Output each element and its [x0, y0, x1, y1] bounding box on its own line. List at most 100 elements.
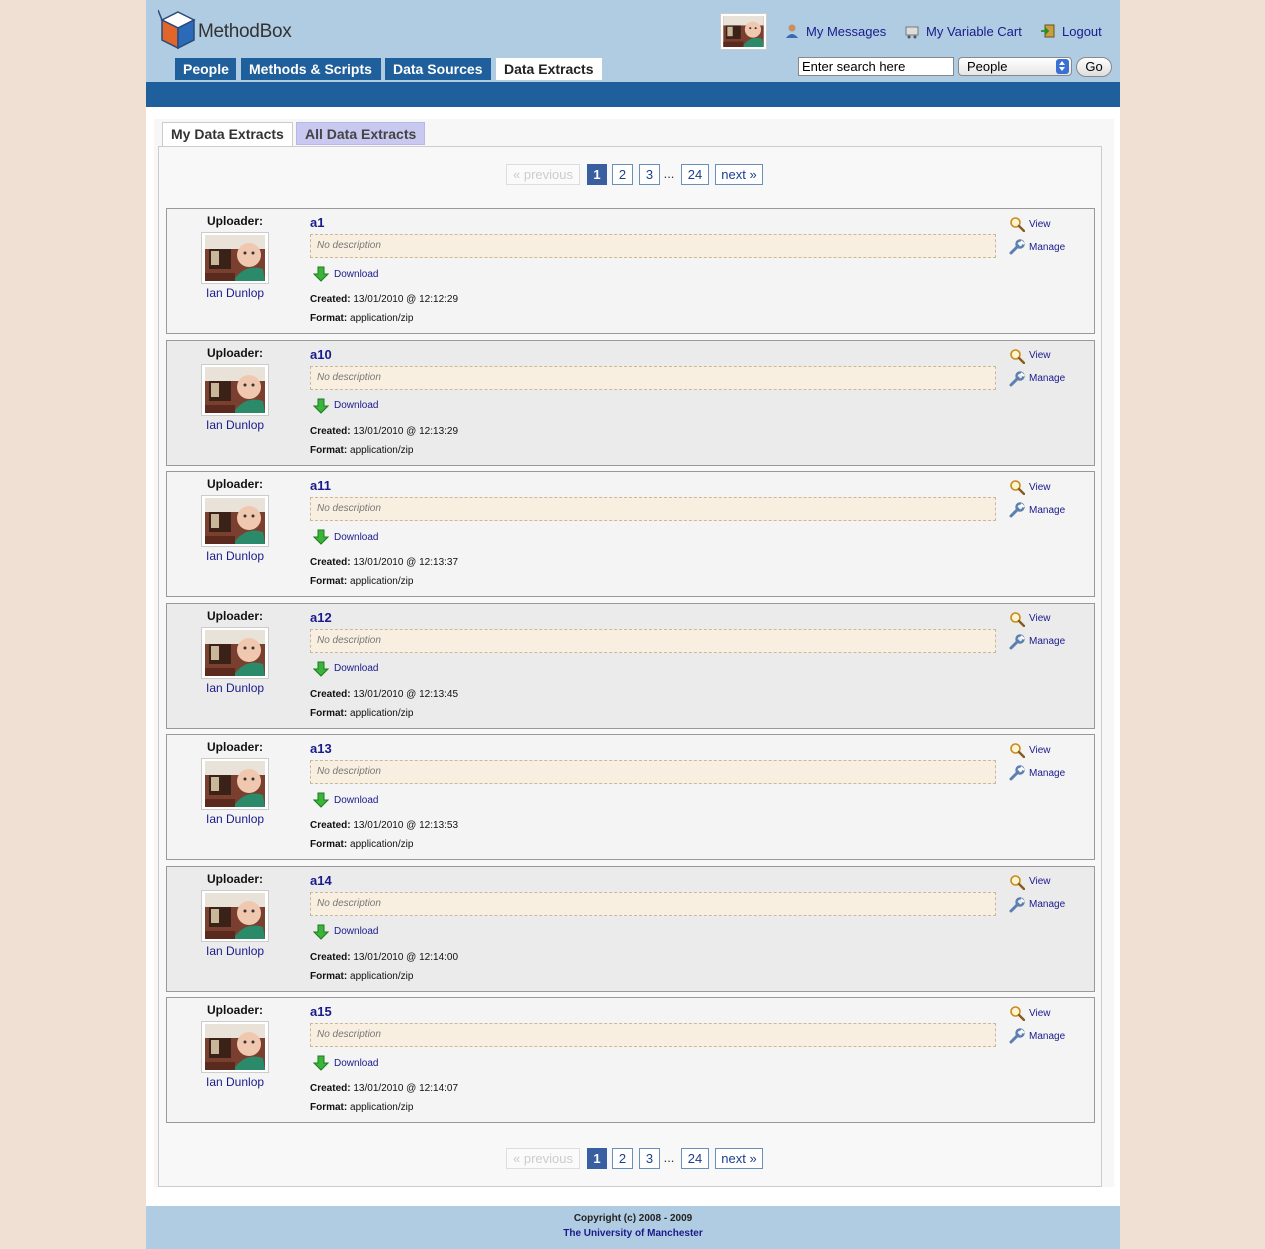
next-page-button[interactable]: next »: [715, 164, 763, 185]
manage-label: Manage: [1029, 636, 1066, 647]
created-label: Created:: [310, 294, 351, 305]
go-button[interactable]: Go: [1076, 57, 1112, 77]
created-value: 13/01/2010 @ 12:13:53: [353, 820, 459, 831]
download-link[interactable]: Download: [313, 529, 378, 545]
page-3-button[interactable]: 3: [639, 164, 660, 185]
page-2-button[interactable]: 2: [612, 1148, 633, 1169]
view-link[interactable]: View: [1009, 216, 1051, 232]
extract-title-link[interactable]: a11: [310, 478, 331, 493]
uploader-name-link[interactable]: Ian Dunlop: [206, 286, 264, 300]
copyright-text: Copyright (c) 2008 - 2009: [573, 1213, 693, 1224]
manage-link[interactable]: Manage: [1009, 239, 1065, 255]
download-link[interactable]: Download: [313, 792, 378, 808]
manage-link[interactable]: Manage: [1009, 765, 1065, 781]
format-label: Format:: [310, 839, 348, 850]
previous-page-button[interactable]: « previous: [506, 1148, 580, 1169]
cart-icon: [905, 26, 919, 39]
logout-icon: [1041, 24, 1055, 38]
uploader-avatar[interactable]: [201, 232, 269, 284]
created-label: Created:: [310, 425, 351, 437]
uploader-name-link[interactable]: Ian Dunlop: [206, 812, 264, 826]
extract-title-link[interactable]: a12: [310, 610, 332, 625]
tab-methods-scripts[interactable]: Methods & Scripts: [241, 58, 381, 80]
download-link[interactable]: Download: [313, 661, 378, 677]
format-value: application/zip: [350, 970, 414, 982]
tab-data-sources[interactable]: Data Sources: [385, 58, 491, 80]
tab-data-extracts[interactable]: Data Extracts: [496, 58, 602, 80]
view-link[interactable]: View: [1009, 1005, 1051, 1021]
format-value: application/zip: [350, 576, 414, 587]
extract-title-link[interactable]: a10: [310, 347, 332, 362]
download-link[interactable]: Download: [313, 924, 378, 940]
extract-item: Uploader: Ian Dunlop a13 No description Down…: [166, 734, 1095, 860]
tab-my-data-extracts[interactable]: My Data Extracts: [162, 122, 293, 146]
brand-name[interactable]: MethodBox: [198, 21, 292, 43]
my-messages-label: My Messages: [806, 23, 887, 39]
manage-label: Manage: [1029, 504, 1066, 516]
page-24-button[interactable]: 24: [681, 1148, 709, 1169]
page-1-button[interactable]: 1: [587, 1148, 607, 1169]
created-value: 13/01/2010 @ 12:13:37: [353, 557, 459, 568]
extract-title-link[interactable]: a1: [310, 215, 324, 230]
download-arrow-icon: [313, 924, 329, 940]
format-label: Format:: [310, 707, 348, 719]
uploader-label: Uploader:: [207, 214, 264, 228]
magnifier-icon: [1009, 1005, 1025, 1021]
manage-link[interactable]: Manage: [1009, 897, 1065, 913]
uploader-avatar[interactable]: [201, 889, 269, 942]
logout-link[interactable]: Logout: [1040, 23, 1102, 39]
extract-title-link[interactable]: a14: [310, 873, 332, 888]
view-label: View: [1029, 350, 1051, 361]
uploader-name-link[interactable]: Ian Dunlop: [206, 1075, 264, 1089]
manage-link[interactable]: Manage: [1009, 371, 1065, 387]
magnifier-icon: [1009, 611, 1025, 627]
download-link[interactable]: Download: [313, 266, 378, 282]
page-3-button[interactable]: 3: [639, 1148, 660, 1169]
user-avatar[interactable]: [720, 13, 767, 50]
download-link[interactable]: Download: [313, 398, 378, 414]
previous-page-button[interactable]: « previous: [506, 164, 580, 185]
uploader-label: Uploader:: [207, 871, 264, 886]
uploader-name-link[interactable]: Ian Dunlop: [206, 418, 264, 432]
manage-link[interactable]: Manage: [1009, 502, 1065, 518]
view-link[interactable]: View: [1009, 611, 1051, 627]
next-page-button[interactable]: next »: [715, 1148, 763, 1169]
extract-title-link[interactable]: a13: [310, 741, 332, 756]
manage-link[interactable]: Manage: [1009, 1028, 1065, 1044]
description-box: No description: [310, 891, 996, 916]
manage-link[interactable]: Manage: [1009, 634, 1065, 650]
search-scope-select[interactable]: People: [958, 57, 1072, 76]
my-messages-link[interactable]: My Messages: [784, 23, 886, 39]
download-label: Download: [334, 926, 379, 937]
created-label: Created:: [310, 820, 351, 831]
view-link[interactable]: View: [1009, 479, 1051, 495]
page-24-button[interactable]: 24: [681, 164, 709, 185]
download-link[interactable]: Download: [313, 1055, 378, 1071]
my-variable-cart-link[interactable]: My Variable Cart: [904, 23, 1022, 39]
view-link[interactable]: View: [1009, 874, 1051, 890]
uploader-avatar[interactable]: [201, 758, 269, 810]
uploader-avatar[interactable]: [201, 363, 269, 416]
wrench-icon: [1009, 239, 1025, 255]
uploader-avatar[interactable]: [201, 626, 269, 679]
created-info: Created: 13/01/2010 @ 12:13:29: [310, 426, 458, 437]
uploader-avatar[interactable]: [201, 495, 269, 547]
view-link[interactable]: View: [1009, 742, 1051, 758]
view-link[interactable]: View: [1009, 348, 1051, 364]
created-info: Created: 13/01/2010 @ 12:14:07: [310, 1083, 458, 1094]
methodbox-logo-icon[interactable]: [158, 8, 198, 52]
uploader-avatar[interactable]: [201, 1021, 269, 1073]
tab-people[interactable]: People: [175, 58, 236, 80]
search-scope-value: People: [967, 59, 1008, 74]
university-link[interactable]: The University of Manchester: [146, 1228, 1120, 1239]
uploader-name-link[interactable]: Ian Dunlop: [206, 681, 264, 695]
download-label: Download: [334, 531, 379, 543]
download-label: Download: [334, 1057, 379, 1069]
uploader-name-link[interactable]: Ian Dunlop: [206, 944, 264, 958]
uploader-name-link[interactable]: Ian Dunlop: [206, 549, 264, 563]
page-1-button[interactable]: 1: [587, 164, 607, 185]
search-input[interactable]: [798, 57, 954, 76]
tab-all-data-extracts[interactable]: All Data Extracts: [296, 122, 426, 145]
extract-title-link[interactable]: a15: [310, 1004, 332, 1019]
page-2-button[interactable]: 2: [612, 164, 633, 185]
